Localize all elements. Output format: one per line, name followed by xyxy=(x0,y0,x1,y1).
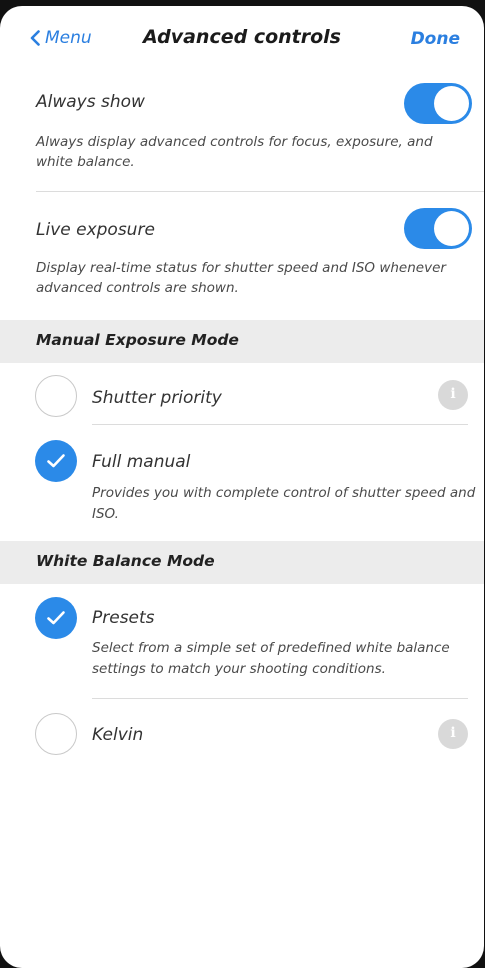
full-manual-label: Full manual xyxy=(92,452,191,472)
checkmark-icon xyxy=(47,611,65,625)
presets-description: Select from a simple set of predefined w… xyxy=(92,640,450,677)
toggle-knob xyxy=(434,211,469,246)
full-manual-description: Provides you with complete control of sh… xyxy=(92,485,476,522)
live-exposure-description: Display real-time status for shutter spe… xyxy=(36,260,446,296)
navigation-bar: Menu Advanced controls Done xyxy=(0,6,484,76)
divider xyxy=(92,424,468,425)
section-header-label: White Balance Mode xyxy=(36,552,215,570)
section-header-label: Manual Exposure Mode xyxy=(36,331,239,349)
full-manual-radio[interactable] xyxy=(35,440,77,482)
section-header-manual-exposure: Manual Exposure Mode xyxy=(0,320,484,363)
presets-label: Presets xyxy=(92,608,155,628)
checkmark-icon xyxy=(47,454,65,468)
shutter-priority-radio[interactable] xyxy=(35,375,77,417)
live-exposure-label: Live exposure xyxy=(36,220,155,240)
always-show-label: Always show xyxy=(36,92,145,112)
info-icon-glyph: i xyxy=(450,725,456,741)
always-show-description: Always display advanced controls for foc… xyxy=(36,134,433,170)
info-icon[interactable]: i xyxy=(438,380,468,410)
settings-sheet: Menu Advanced controls Done Always show … xyxy=(0,6,484,968)
toggle-knob xyxy=(434,86,469,121)
back-button[interactable]: Menu xyxy=(30,28,92,48)
kelvin-radio[interactable] xyxy=(35,713,77,755)
chevron-left-icon xyxy=(30,30,40,46)
kelvin-label: Kelvin xyxy=(92,725,144,745)
always-show-toggle[interactable] xyxy=(404,83,472,124)
live-exposure-toggle[interactable] xyxy=(404,208,472,249)
section-header-white-balance: White Balance Mode xyxy=(0,541,484,584)
back-button-label: Menu xyxy=(45,28,92,48)
shutter-priority-label: Shutter priority xyxy=(92,388,222,408)
divider xyxy=(36,191,484,192)
info-icon-glyph: i xyxy=(450,386,456,402)
done-button[interactable]: Done xyxy=(411,29,460,49)
info-icon[interactable]: i xyxy=(438,719,468,749)
divider xyxy=(92,698,468,699)
presets-radio[interactable] xyxy=(35,597,77,639)
